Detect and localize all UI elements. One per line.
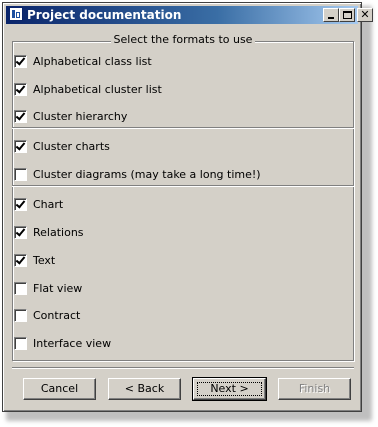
title-bar[interactable]: Project documentation ✕	[6, 6, 373, 24]
checkbox[interactable]	[14, 281, 27, 295]
section-divider	[12, 185, 354, 187]
option-label: Cluster hierarchy	[33, 109, 128, 123]
option-contract[interactable]: Contract	[14, 307, 80, 323]
finish-button[interactable]: Finish	[278, 378, 351, 400]
option-label: Relations	[33, 225, 84, 239]
option-label: Text	[33, 253, 56, 267]
app-icon[interactable]	[9, 7, 23, 21]
back-button[interactable]: < Back	[108, 378, 181, 400]
dialog-window: Project documentation ✕ Select the forma…	[2, 2, 373, 412]
option-text[interactable]: Text	[14, 252, 55, 268]
section-divider	[12, 127, 354, 129]
option-flat-view[interactable]: Flat view	[14, 280, 82, 296]
close-icon: ✕	[360, 8, 370, 21]
option-label: Alphabetical class list	[33, 54, 152, 68]
option-label: Contract	[33, 308, 81, 322]
option-label: Cluster diagrams (may take a long time!)	[33, 167, 261, 181]
formats-group-legend-text: Select the formats to use	[110, 33, 256, 46]
maximize-icon	[343, 11, 352, 19]
checkbox[interactable]	[14, 109, 27, 123]
option-cluster-charts[interactable]: Cluster charts	[14, 138, 110, 154]
maximize-button[interactable]	[339, 8, 355, 22]
option-label: Flat view	[33, 281, 83, 295]
option-cluster-diagrams[interactable]: Cluster diagrams (may take a long time!)	[14, 166, 261, 182]
window-title: Project documentation	[27, 8, 182, 22]
option-relations[interactable]: Relations	[14, 224, 84, 240]
option-label: Cluster charts	[33, 139, 110, 153]
option-label: Chart	[33, 197, 64, 211]
option-alphabetical-cluster-list[interactable]: Alphabetical cluster list	[14, 81, 162, 97]
checkbox[interactable]	[14, 225, 27, 239]
next-button[interactable]: Next >	[192, 377, 267, 401]
next-button-label: Next >	[210, 382, 249, 395]
checkbox[interactable]	[14, 139, 27, 153]
option-chart[interactable]: Chart	[14, 196, 63, 212]
checkbox[interactable]	[14, 54, 27, 68]
checkbox[interactable]	[14, 197, 27, 211]
option-cluster-hierarchy[interactable]: Cluster hierarchy	[14, 108, 127, 124]
minimize-icon	[328, 17, 334, 19]
checkbox[interactable]	[14, 308, 27, 322]
minimize-button[interactable]	[323, 8, 339, 22]
option-label: Alphabetical cluster list	[33, 82, 162, 96]
option-alphabetical-class-list[interactable]: Alphabetical class list	[14, 53, 152, 69]
checkbox[interactable]	[14, 82, 27, 96]
option-label: Interface view	[33, 336, 112, 350]
formats-group-legend: Select the formats to use	[3, 33, 363, 47]
cancel-button[interactable]: Cancel	[23, 378, 96, 400]
option-interface-view[interactable]: Interface view	[14, 335, 111, 351]
footer-divider	[12, 367, 354, 369]
checkbox[interactable]	[14, 167, 27, 181]
checkbox[interactable]	[14, 253, 27, 267]
checkbox[interactable]	[14, 336, 27, 350]
close-button[interactable]: ✕	[357, 8, 373, 22]
